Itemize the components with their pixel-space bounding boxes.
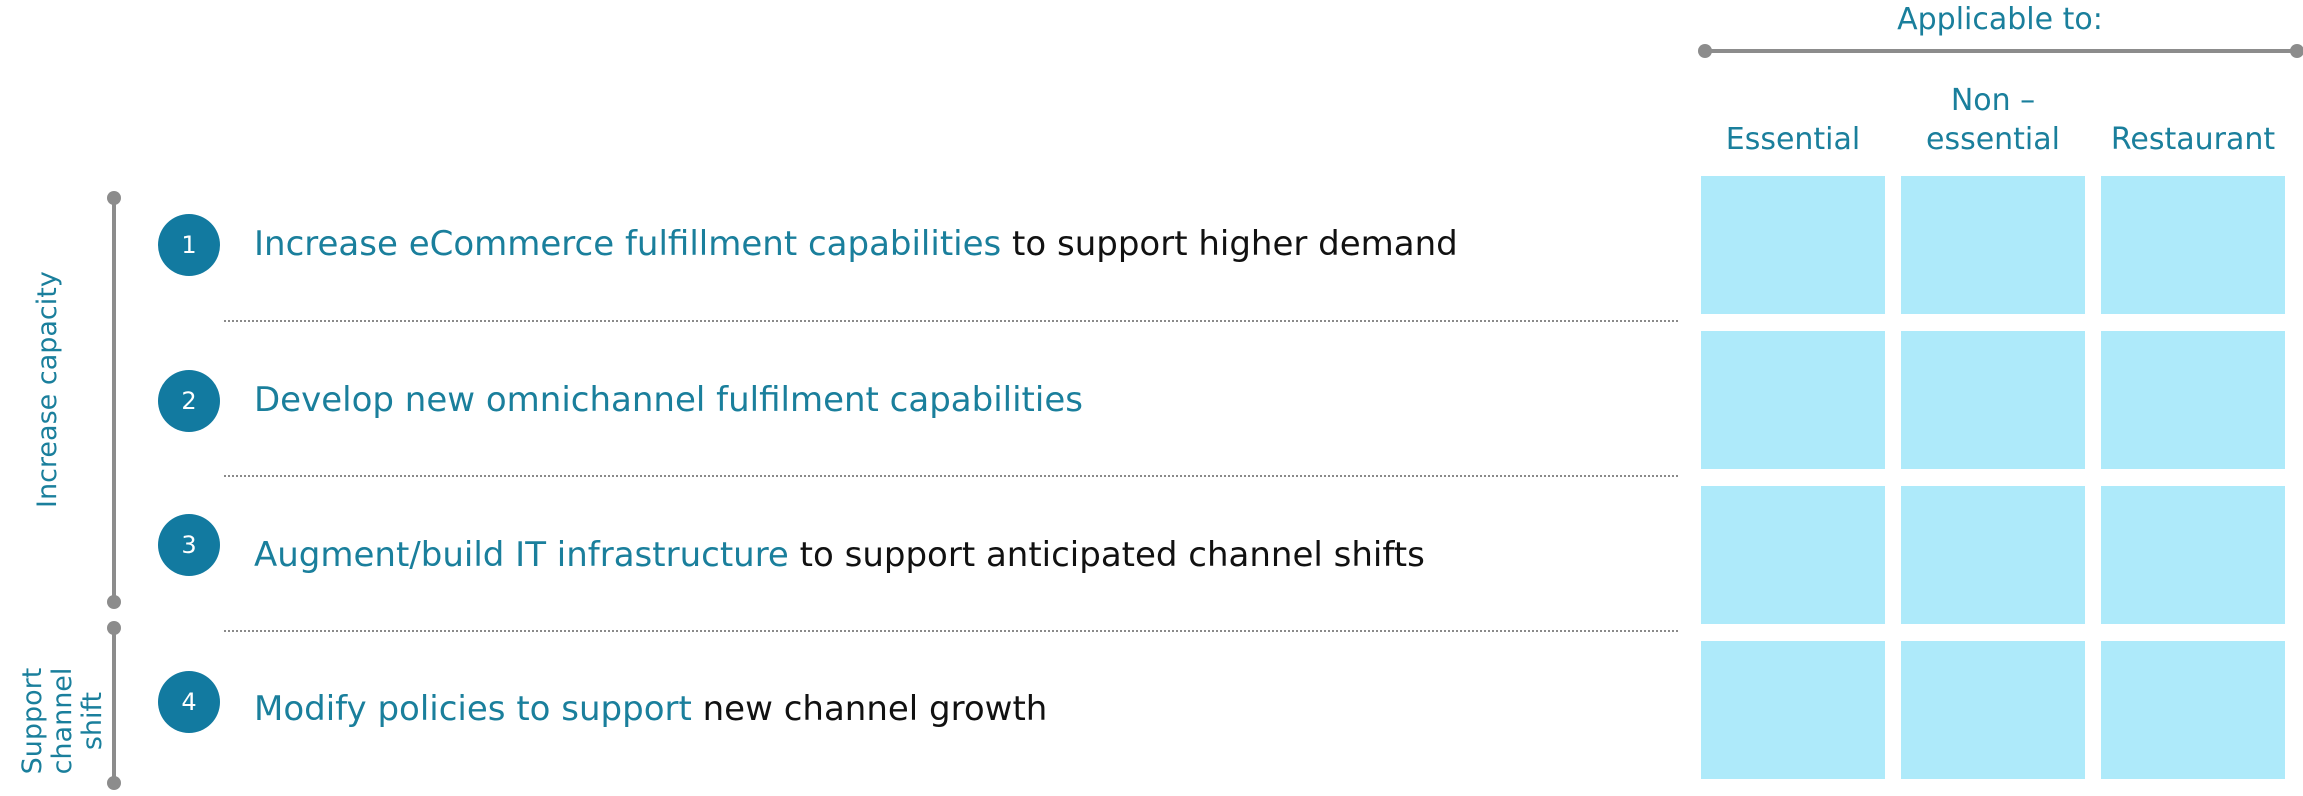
row-number-badge: 3 (158, 514, 220, 576)
applicable-bracket-line (1705, 49, 2295, 53)
group-label-support-channel-shift: Support channel shift (17, 667, 108, 775)
column-header-non-essential: Non – essential (1925, 83, 2060, 157)
grid-cell-r4-restaurant[interactable] (2101, 641, 2285, 779)
row-number-badge: 2 (158, 370, 220, 432)
row-number-badge: 4 (158, 671, 220, 733)
grid-cell-r4-non-essential[interactable] (1901, 641, 2085, 779)
row-divider (224, 320, 1678, 322)
row-divider (224, 630, 1678, 632)
column-header-restaurant: Restaurant (2110, 122, 2276, 157)
grid-cell-r4-essential[interactable] (1701, 641, 1885, 779)
group-bracket-support-channel-shift (112, 628, 116, 783)
group-bracket-bottom-dot (107, 776, 121, 790)
row-highlight-text: Augment/build IT infrastructure (254, 535, 789, 575)
group-label-increase-capacity: Increase capacity (32, 271, 63, 508)
grid-cell-r1-essential[interactable] (1701, 176, 1885, 314)
group-bracket-increase-capacity (112, 198, 116, 602)
row-highlight-text: Increase eCommerce fulfillment capabilit… (254, 224, 1002, 264)
row-highlight-text: Modify policies to support (254, 689, 692, 729)
group-bracket-top-dot (107, 191, 121, 205)
row-highlight-text: Develop new omnichannel fulfilment capab… (254, 380, 1083, 420)
row-text-2: Develop new omnichannel fulfilment capab… (254, 380, 1083, 420)
grid-cell-r2-restaurant[interactable] (2101, 331, 2285, 469)
applicable-bracket-right-dot (2290, 44, 2303, 58)
row-text-4: Modify policies to support new channel g… (254, 689, 1047, 729)
row-rest-text: new channel growth (691, 689, 1048, 729)
row-number-badge: 1 (158, 214, 220, 276)
grid-cell-r1-restaurant[interactable] (2101, 176, 2285, 314)
grid-cell-r2-non-essential[interactable] (1901, 331, 2085, 469)
column-header-essential: Essential (1725, 122, 1861, 157)
grid-cell-r3-essential[interactable] (1701, 486, 1885, 624)
grid-cell-r1-non-essential[interactable] (1901, 176, 2085, 314)
grid-cell-r3-restaurant[interactable] (2101, 486, 2285, 624)
grid-cell-r3-non-essential[interactable] (1901, 486, 2085, 624)
grid-cell-r2-essential[interactable] (1701, 331, 1885, 469)
group-bracket-second-top-dot (107, 621, 121, 635)
row-text-1: Increase eCommerce fulfillment capabilit… (254, 224, 1458, 264)
applicable-bracket-left-dot (1698, 44, 1712, 58)
row-divider (224, 475, 1678, 477)
applicable-to-label: Applicable to: (1897, 2, 2103, 37)
row-rest-text: to support higher demand (1001, 224, 1458, 264)
group-bracket-middle-dot (107, 595, 121, 609)
row-text-3: Augment/build IT infrastructure to suppo… (254, 535, 1425, 575)
row-rest-text: to support anticipated channel shifts (788, 535, 1425, 575)
